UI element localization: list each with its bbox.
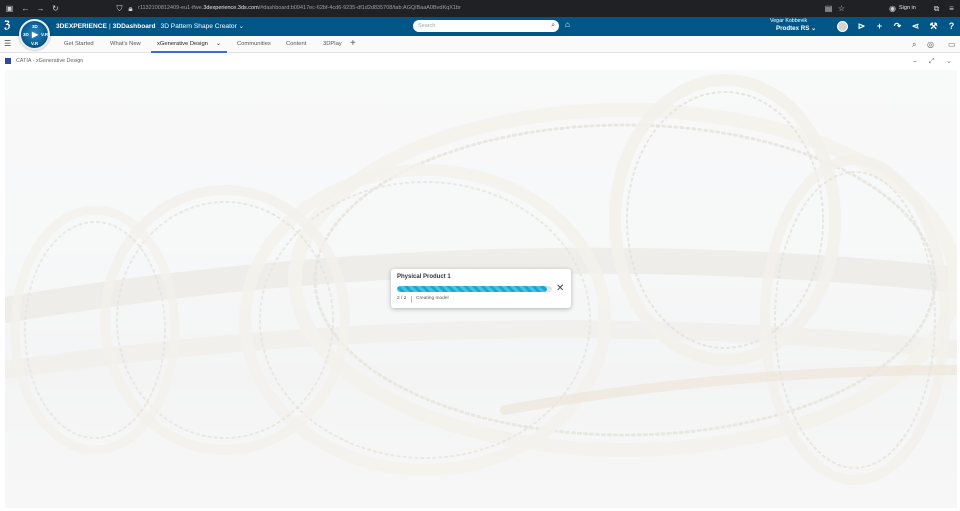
tab-3dplay[interactable]: 3DPlay bbox=[323, 36, 342, 53]
widget-title: CATIA - xGenerative Design bbox=[16, 58, 84, 64]
dashboard-label: 3DDashboard bbox=[112, 23, 156, 30]
compass-bottom-label: V.R bbox=[31, 41, 39, 46]
search-icon[interactable]: ⌕ bbox=[551, 20, 555, 32]
chevron-down-icon[interactable]: ⌄ bbox=[946, 54, 952, 69]
search-input[interactable]: Search ⌕ bbox=[413, 20, 559, 32]
forward-share-icon[interactable]: ↷ bbox=[891, 20, 904, 33]
tab-communities[interactable]: Communities bbox=[237, 36, 271, 53]
tab-label: xGenerative Design bbox=[157, 41, 208, 47]
divider bbox=[411, 296, 412, 303]
brand-label: 3DEXPERIENCE bbox=[56, 23, 107, 30]
help-icon[interactable]: ? bbox=[945, 20, 958, 33]
network-icon[interactable]: ⋖ bbox=[909, 20, 922, 33]
add-icon[interactable]: + bbox=[873, 20, 886, 33]
avatar[interactable] bbox=[837, 21, 848, 32]
compass-top-label: 3D bbox=[32, 24, 38, 29]
app-title: 3DEXPERIENCE | 3DDashboard 3D Pattern Shape… bbox=[56, 17, 244, 36]
tab-xgenerative-design[interactable]: xGenerative Design ⌄ bbox=[151, 36, 227, 53]
star-icon[interactable]: ☆ bbox=[836, 3, 847, 14]
title-separator: | bbox=[108, 23, 111, 30]
user-name: Vegar Kobbevik bbox=[770, 18, 808, 24]
account-icon[interactable]: ◉ bbox=[887, 3, 898, 14]
browser-toolbar: ▣ ← → ↻ ⛉ 🔒︎ r1132100812409-eu1-ifwe.3de… bbox=[0, 0, 960, 17]
chat-icon[interactable]: ▭ bbox=[948, 39, 956, 50]
zoom-icon[interactable]: ⌕ bbox=[912, 39, 916, 50]
dashboard-tabs: ☰ Get Started What's New xGenerative Des… bbox=[0, 36, 960, 53]
view-toggle-icon[interactable]: ◎ bbox=[927, 39, 934, 50]
progress-bar bbox=[397, 286, 552, 292]
platform-top-bar: ℨ 3DEXPERIENCE | 3DDashboard 3D Pattern Sha… bbox=[0, 17, 960, 36]
widget-header: CATIA - xGenerative Design – ⤢ ⌄ bbox=[0, 54, 960, 69]
tab-content[interactable]: Content bbox=[286, 36, 306, 53]
share-icon[interactable]: ⊳ bbox=[855, 20, 868, 33]
menu-icon[interactable]: ≡ bbox=[946, 3, 957, 14]
search-placeholder: Search bbox=[418, 23, 436, 29]
compass-right-label: V.R bbox=[41, 32, 49, 37]
compass-left-label: 3D bbox=[23, 32, 29, 37]
chevron-down-icon: ⌄ bbox=[811, 25, 817, 32]
minimize-icon[interactable]: – bbox=[913, 54, 917, 69]
back-icon[interactable]: ← bbox=[20, 3, 31, 14]
3ds-logo-icon[interactable]: ℨ bbox=[4, 19, 18, 33]
address-bar[interactable]: r1132100812409-eu1-ifwe.3dexperience.3ds… bbox=[110, 2, 850, 15]
tools-icon[interactable]: ⚒ bbox=[927, 20, 940, 33]
extension-icon[interactable]: ⧉ bbox=[931, 3, 942, 14]
company-name: Prodtex RS bbox=[776, 25, 810, 32]
dashboard-tab-selector[interactable]: 3D Pattern Shape Creator ⌄ bbox=[161, 23, 245, 30]
progress-bar-fill bbox=[397, 286, 548, 292]
forward-icon[interactable]: → bbox=[35, 3, 46, 14]
progress-dialog: Physical Product 1 ✕ 2 / 2 Creating mode… bbox=[391, 269, 571, 308]
compass-icon[interactable]: 3D 3D V.R V.R ▶ bbox=[19, 19, 50, 50]
reader-icon[interactable]: ▤ bbox=[823, 3, 834, 14]
url-domain: 3dexperience.3ds.com bbox=[203, 5, 259, 11]
progress-dialog-title: Physical Product 1 bbox=[397, 274, 451, 280]
progress-step: 2 / 2 bbox=[397, 296, 407, 301]
close-icon[interactable]: ✕ bbox=[556, 283, 564, 295]
tag-icon[interactable]: ⌂ bbox=[565, 20, 570, 29]
reload-icon[interactable]: ↻ bbox=[50, 3, 61, 14]
maximize-icon[interactable]: ⤢ bbox=[929, 54, 935, 69]
user-menu[interactable]: Vegar Kobbevik Prodtex RS ⌄ bbox=[770, 18, 816, 32]
add-tab-icon[interactable]: + bbox=[350, 37, 356, 51]
sign-in-button[interactable]: Sign in bbox=[899, 3, 916, 14]
hamburger-icon[interactable]: ☰ bbox=[4, 39, 11, 48]
chevron-down-icon: ⌄ bbox=[238, 23, 245, 30]
tab-whats-new[interactable]: What's New bbox=[110, 36, 141, 53]
chevron-down-icon[interactable]: ⌄ bbox=[216, 36, 221, 52]
window-icon[interactable]: ▣ bbox=[4, 3, 15, 14]
tab-get-started[interactable]: Get Started bbox=[64, 36, 94, 53]
dashboard-tab-label: 3D Pattern Shape Creator bbox=[160, 23, 237, 30]
url-prefix: r1132100812409-eu1-ifwe. bbox=[138, 5, 204, 11]
progress-status: Creating model bbox=[416, 296, 449, 301]
play-icon[interactable]: ▶ bbox=[32, 30, 38, 39]
catia-app-icon bbox=[5, 58, 11, 64]
url-suffix: /#dashboard:b09417ec-62bf-4cd6-9235-df1d… bbox=[258, 5, 461, 11]
